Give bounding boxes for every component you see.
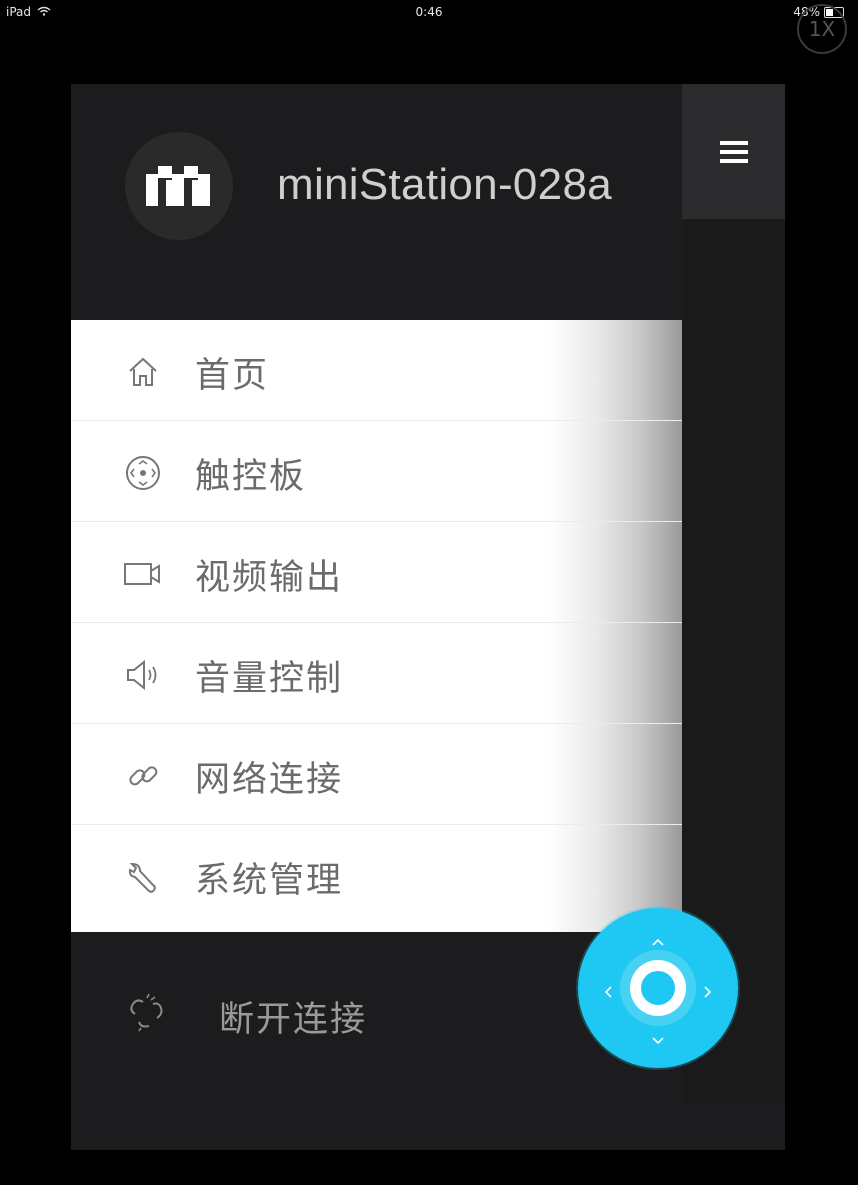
arrow-down-icon[interactable] (650, 1033, 666, 1049)
dpad-control[interactable] (578, 908, 738, 1068)
menu-item-label: 视频输出 (195, 558, 344, 598)
menu-item-label: 触控板 (195, 457, 307, 497)
ministation-logo-icon (125, 132, 233, 240)
menu-item-video-output[interactable]: 视频输出 (71, 522, 682, 623)
menu-item-label: 网络连接 (195, 760, 344, 800)
arrow-left-icon[interactable] (600, 984, 616, 1000)
wrench-icon (123, 857, 163, 897)
menu-item-label: 首页 (195, 356, 270, 396)
speaker-icon (123, 655, 163, 695)
hamburger-menu-icon (719, 139, 748, 165)
menu-item-system[interactable]: 系统管理 (71, 825, 682, 926)
arrow-up-icon[interactable] (650, 934, 666, 950)
dpad-center-button[interactable] (641, 971, 675, 1005)
touchpad-icon (123, 453, 163, 493)
broken-link-icon (127, 992, 167, 1032)
clock: 0:46 (415, 5, 443, 19)
menu-toggle-button[interactable] (682, 84, 785, 219)
menu-item-network[interactable]: 网络连接 (71, 724, 682, 825)
link-icon (123, 756, 163, 796)
home-icon (123, 352, 163, 392)
device-name: miniStation-028a (277, 160, 612, 209)
menu-item-label: 系统管理 (195, 861, 344, 901)
menu-item-touchpad[interactable]: 触控板 (71, 421, 682, 522)
drawer-menu: 首页 触控板 视频输出 音量控制 网络连接 系统管理 (71, 320, 682, 932)
menu-item-home[interactable]: 首页 (71, 320, 682, 421)
arrow-right-icon[interactable] (700, 984, 716, 1000)
zoom-badge[interactable]: 1X (797, 4, 847, 54)
disconnect-label: 断开连接 (219, 1000, 368, 1040)
video-camera-icon (123, 554, 163, 594)
status-bar: iPad 0:46 48% (0, 0, 858, 26)
drawer-header: miniStation-028a (71, 84, 682, 320)
menu-item-volume[interactable]: 音量控制 (71, 623, 682, 724)
menu-item-label: 音量控制 (195, 659, 344, 699)
